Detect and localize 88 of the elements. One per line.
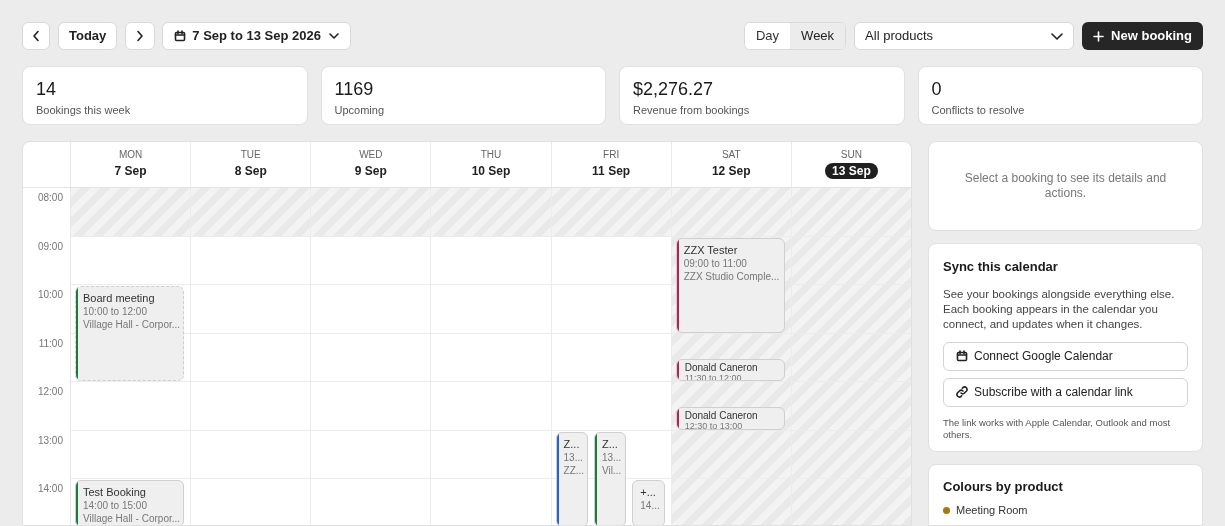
weekday-label: SAT [721,150,741,160]
event-time: 14:00 to 15:00 [83,499,148,512]
booking-event[interactable]: Z... 13... Vil... [593,431,627,525]
event-title: Board meeting [83,291,156,305]
day-column[interactable] [191,188,312,525]
weekday-label: THU [480,150,502,160]
event-title: Z... [563,436,581,451]
product-name: Meeting Room [956,503,1028,518]
booking-event[interactable]: ZZX Tester 09:00 to 11:00 ZZX Studio Comple... [675,237,785,333]
hour-label: 09:00 [37,239,63,254]
colours-title: Colours by product [943,477,1064,496]
day-column[interactable] [431,188,552,525]
date-range-picker[interactable]: 7 Sep to 13 Sep 2026 [162,22,351,50]
day-column[interactable]: ZZX Tester 09:00 to 11:00 ZZX Studio Comple... Donald Caneron 11:30 to 12:00 Donald Caneron 12:30 to 13:00 [671,188,792,525]
stat-label: Upcoming [334,103,386,118]
event-title: Z... [601,436,619,451]
hour-label: 14:00 [37,482,63,496]
day-date[interactable]: 7 Sep [114,163,147,179]
event-title: ZZX Tester [683,242,739,257]
link-icon [956,386,968,398]
event-location: ZZ... [563,463,583,477]
weekday-label: SUN [840,150,862,160]
chevron-down-icon [1051,32,1064,40]
day-date[interactable]: 13 Sep [825,163,878,179]
event-location: ZZX Studio Comple... [683,269,780,283]
event-location: Village Hall - Corpor... [83,512,180,525]
hour-label: 10:00 [37,288,63,302]
day-column[interactable] [791,188,911,525]
next-week-button[interactable] [125,22,156,50]
event-title: Test Booking [83,485,147,499]
new-booking-button[interactable]: New booking [1082,22,1203,50]
day-column[interactable] [311,188,432,525]
stat-label: Bookings this week [36,103,132,118]
day-date[interactable]: 12 Sep [711,163,751,179]
weekday-label: FRI [603,150,620,160]
today-button[interactable]: Today [58,22,118,50]
hour-label: 13:00 [37,433,63,448]
day-date[interactable]: 11 Sep [592,163,631,179]
calendar-icon [956,350,968,362]
event-time: 14... [640,499,660,512]
booking-event[interactable]: Donald Caneron 12:30 to 13:00 [675,407,785,430]
event-title: Donald Caneron [684,410,759,422]
weekday-label: MON [118,150,143,160]
booking-event[interactable]: Donald Caneron 11:30 to 12:00 [675,358,785,381]
chevron-left-icon [32,30,40,42]
stat-value: $2,276.27 [633,78,715,100]
stat-label: Conflicts to resolve [931,103,1026,118]
event-time: 12:30 to 13:00 [684,421,744,429]
event-time: 10:00 to 12:00 [83,305,148,318]
hour-label: 11:00 [38,336,63,351]
sync-description: See your bookings alongside everything else. Each booking appears in the calendar you connect, and updates when it changes. [943,286,1176,332]
stat-value: 14 [36,78,58,100]
booking-event[interactable]: Board meeting 10:00 to 12:00 Village Hall - Corpor... [75,286,185,381]
event-time: 11:30 to 12:00 [684,372,743,380]
empty-state-message: Select a booking to see its details and actions. [963,171,1168,201]
booking-event[interactable]: Z... 13... ZZ... [555,431,588,525]
event-location: Vil... [601,463,622,477]
stat-label: Revenue from bookings [633,103,751,118]
day-column[interactable]: Board meeting 10:00 to 12:00 Village Hall - Corpor... Test Booking 14:00 to 15:00 Village Hall - Corpor... [71,188,192,525]
sync-button[interactable]: Subscribe with a calendar link [943,377,1188,407]
hour-label: 12:00 [37,385,63,399]
sync-button[interactable]: Connect Google Calendar [943,341,1188,371]
event-time: 13... [563,450,583,464]
plus-icon [1093,30,1105,42]
weekday-label: WED [359,150,383,160]
event-title: +... [640,485,657,499]
weekday-label: TUE [240,150,261,160]
calendar-icon [174,30,187,42]
day-date[interactable]: 10 Sep [471,163,511,179]
event-time: 09:00 to 11:00 [683,256,748,270]
view-tab[interactable]: Week [790,23,846,49]
hour-label: 08:00 [37,191,63,205]
event-title: Donald Caneron [684,361,759,373]
chevron-down-icon [328,33,339,39]
product-dropdown[interactable]: All products [854,22,1075,50]
previous-week-button[interactable] [22,22,50,50]
sync-note: The link works with Apple Calendar, Outlook and most others. [943,416,1172,441]
sync-title: Sync this calendar [943,258,1059,276]
day-date[interactable]: 9 Sep [354,163,387,179]
stat-value: 1169 [334,78,375,100]
booking-event[interactable]: Test Booking 14:00 to 15:00 Village Hall - Corpor... [75,480,185,525]
event-location: Village Hall - Corpor... [83,318,180,331]
booking-event[interactable]: +... 14... [632,480,665,525]
day-column[interactable]: Z... 13... ZZ... Z... 13... Vil... +... 14... [551,188,672,525]
event-time: 13... [601,450,622,464]
chevron-right-icon [136,30,145,42]
day-date[interactable]: 8 Sep [234,163,267,179]
stat-value: 0 [931,78,943,100]
